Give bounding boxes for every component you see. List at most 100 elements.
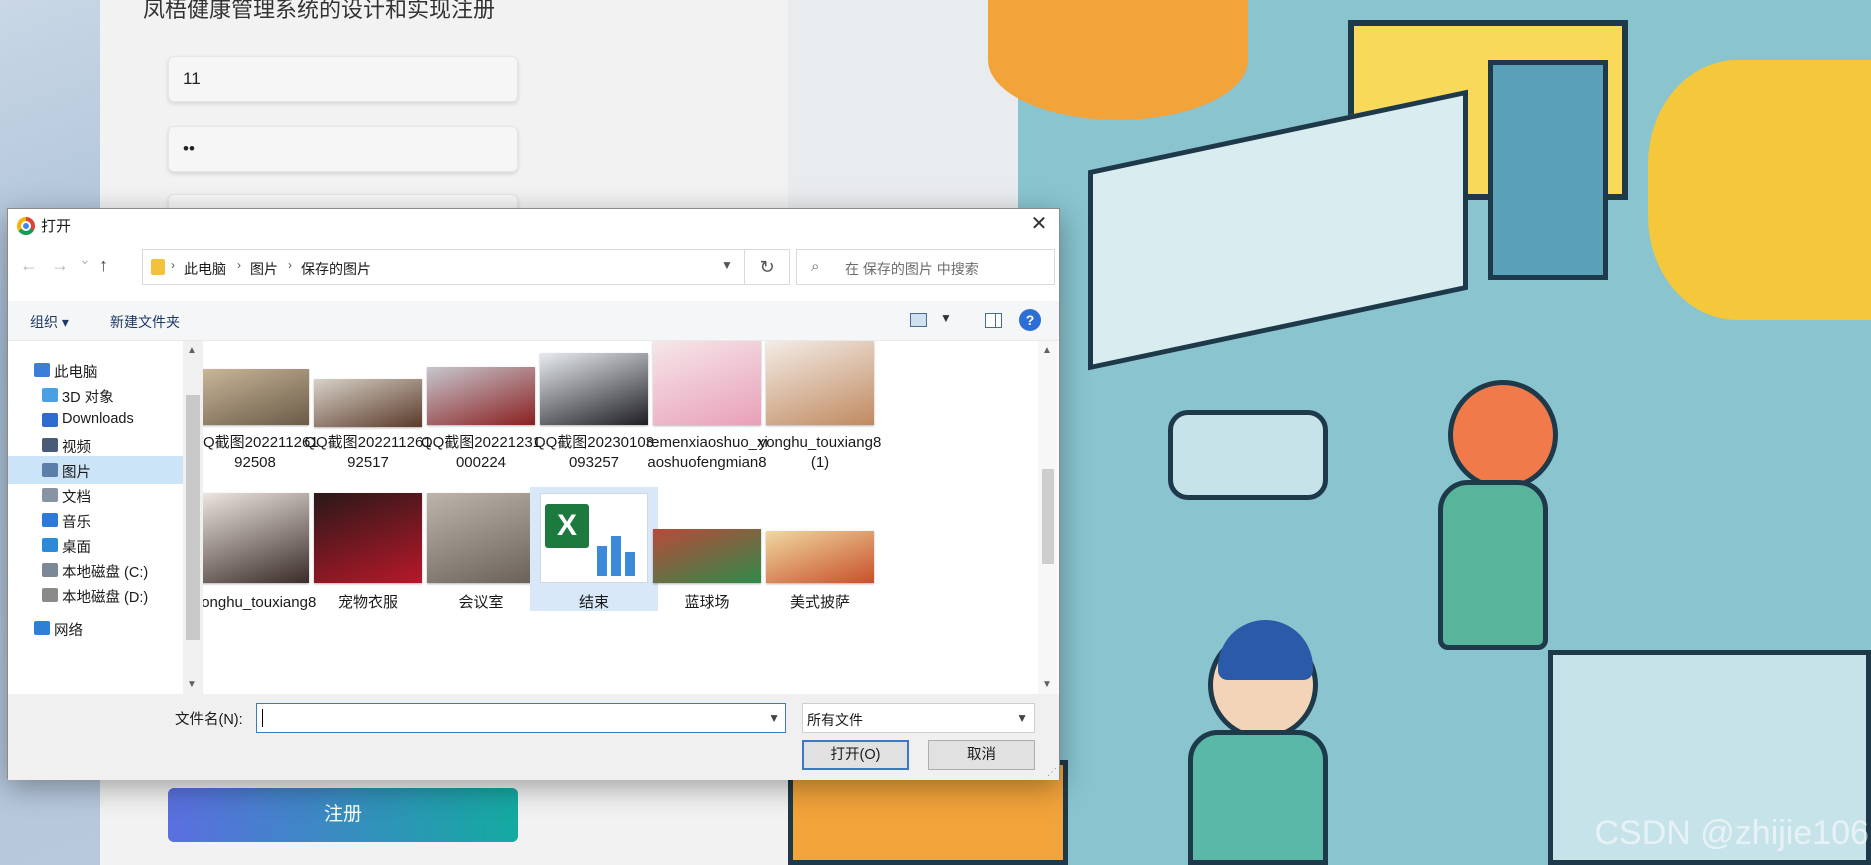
help-icon[interactable]: ? xyxy=(1019,309,1041,331)
password-input[interactable]: •• xyxy=(168,126,518,172)
documents-icon xyxy=(42,488,58,502)
music-icon xyxy=(42,513,58,527)
sidebar-item-label: 本地磁盘 (D:) xyxy=(62,590,149,606)
file-name: 结束 xyxy=(578,594,609,611)
chevron-down-icon[interactable]: ▼ xyxy=(940,311,952,325)
sidebar-item[interactable]: 本地磁盘 (C:) xyxy=(8,556,183,584)
search-placeholder: 在 保存的图片 中搜索 xyxy=(845,261,979,277)
sidebar-item[interactable]: 音乐 xyxy=(8,506,183,534)
sidebar-item-label: 3D 对象 xyxy=(62,390,114,406)
conference-room-photo xyxy=(427,493,535,583)
username-input[interactable]: 11 xyxy=(168,56,518,102)
file-item[interactable]: X 结束 xyxy=(530,487,658,611)
3d-objects-icon xyxy=(42,388,58,402)
file-item[interactable]: QQ截图20221126192517 xyxy=(304,341,432,483)
file-item[interactable]: QQ截图20221126192508 xyxy=(203,341,319,483)
computer-icon xyxy=(34,363,50,377)
organize-menu[interactable]: 组织 ▾ xyxy=(30,312,69,332)
sidebar-scrollbar[interactable]: ▲ ▼ xyxy=(183,341,203,694)
pictures-icon xyxy=(42,463,58,477)
sidebar-item[interactable]: 3D 对象 xyxy=(8,381,183,409)
chevron-down-icon[interactable]: ▼ xyxy=(768,711,780,725)
file-item[interactable]: 美式披萨 xyxy=(756,487,884,611)
file-type-value: 所有文件 xyxy=(807,712,863,728)
scroll-down-icon[interactable]: ▼ xyxy=(187,679,197,690)
file-name: 美式披萨 xyxy=(789,594,850,611)
breadcrumb-pictures[interactable]: 图片 xyxy=(250,259,278,279)
sidebar-item[interactable]: 视频 xyxy=(8,431,183,459)
sidebar-item[interactable]: 文档 xyxy=(8,481,183,509)
dialog-title: 打开 xyxy=(41,218,72,235)
girl-with-dog-photo xyxy=(766,341,874,425)
sidebar-item[interactable]: 本地磁盘 (D:) xyxy=(8,581,183,609)
preview-pane-icon[interactable] xyxy=(985,313,1002,328)
file-list-scrollbar[interactable]: ▲ ▼ xyxy=(1038,341,1058,694)
file-type-select[interactable]: 所有文件 ▼ xyxy=(802,703,1035,733)
breadcrumb-saved-pictures[interactable]: 保存的图片 xyxy=(301,259,371,279)
file-item[interactable]: yonghu_touxiang8 xyxy=(203,487,319,611)
sidebar-item[interactable]: 桌面 xyxy=(8,531,183,559)
file-item[interactable]: 蓝球场 xyxy=(643,487,771,611)
file-item[interactable]: QQ截图20221231000224 xyxy=(417,341,545,483)
scroll-up-icon[interactable]: ▲ xyxy=(187,345,197,356)
sidebar-item-label: 网络 xyxy=(54,623,83,639)
cancel-button[interactable]: 取消 xyxy=(928,740,1035,770)
address-bar[interactable]: › 此电脑 › 图片 › 保存的图片 ▼ xyxy=(142,249,745,285)
certificate-books-photo xyxy=(427,367,535,425)
filename-input[interactable]: ▼ xyxy=(256,703,786,733)
back-arrow-icon[interactable]: ← xyxy=(20,255,38,276)
sidebar-item[interactable]: 网络 xyxy=(8,614,183,642)
sidebar-item-label: 文档 xyxy=(62,490,91,506)
file-name: QQ截图20230103093257 xyxy=(533,434,655,471)
resize-grip-icon[interactable]: ⋰ xyxy=(1047,767,1057,778)
basketball-court-photo xyxy=(653,529,761,583)
scroll-down-icon[interactable]: ▼ xyxy=(1042,679,1052,690)
file-list-scroll-thumb[interactable] xyxy=(1042,469,1054,564)
businessman-photo xyxy=(540,353,648,425)
file-name: remenxiaoshuo_xiaoshuofengmian8 xyxy=(646,434,768,471)
csdn-watermark: CSDN @zhijie106 xyxy=(1594,814,1869,852)
breadcrumb-separator: › xyxy=(288,258,292,272)
chevron-down-icon[interactable]: ▼ xyxy=(721,258,733,272)
close-button[interactable]: ✕ xyxy=(1019,209,1059,240)
download-icon xyxy=(42,413,58,427)
sidebar-item[interactable]: Downloads xyxy=(8,406,183,434)
sidebar-item-label: 此电脑 xyxy=(54,365,98,381)
breadcrumb-separator: › xyxy=(171,258,175,272)
file-name: QQ截图20221231000224 xyxy=(420,434,542,471)
view-options-icon[interactable] xyxy=(910,313,927,327)
register-button[interactable]: 注册 xyxy=(168,788,518,842)
open-button[interactable]: 打开(O) xyxy=(802,740,909,770)
file-item[interactable]: yonghu_touxiang8 (1) xyxy=(756,341,884,483)
sidebar-item-label: 音乐 xyxy=(62,515,91,531)
file-name: QQ截图20221126192517 xyxy=(304,434,432,471)
forward-arrow-icon[interactable]: → xyxy=(51,255,69,276)
breadcrumb-this-pc[interactable]: 此电脑 xyxy=(184,259,226,279)
sidebar-item-label: Downloads xyxy=(62,411,134,427)
file-item[interactable]: 宠物衣服 xyxy=(304,487,432,611)
search-icon: ⌕ xyxy=(811,258,820,275)
sidebar-item[interactable]: 此电脑 xyxy=(8,356,183,384)
navigation-pane: 此电脑 3D 对象 Downloads 视频图片文档音乐桌面 本地磁盘 (C:) 本地磁盘… xyxy=(8,341,183,694)
filename-label: 文件名(N): xyxy=(175,712,243,728)
pet-clothes-photo xyxy=(314,493,422,583)
sidebar-item-label: 视频 xyxy=(62,440,91,456)
excel-file-icon: X xyxy=(540,493,648,583)
sidebar-item-label: 桌面 xyxy=(62,540,91,556)
refresh-button[interactable]: ↻ xyxy=(745,249,790,285)
up-arrow-icon[interactable]: ↑ xyxy=(99,255,108,276)
pizza-photo xyxy=(766,531,874,583)
scroll-up-icon[interactable]: ▲ xyxy=(1042,345,1052,356)
sidebar-item-label: 图片 xyxy=(62,465,91,481)
dialog-titlebar: 打开 ✕ xyxy=(8,209,1059,240)
file-item[interactable]: QQ截图20230103093257 xyxy=(530,341,658,483)
sidebar-scroll-thumb[interactable] xyxy=(186,395,200,640)
file-item[interactable]: 会议室 xyxy=(417,487,545,611)
recent-locations-icon[interactable]: ⌄ xyxy=(79,251,91,268)
sidebar-item[interactable]: 图片 xyxy=(8,456,183,484)
chevron-down-icon[interactable]: ▼ xyxy=(1016,711,1028,725)
search-input[interactable]: ⌕ 在 保存的图片 中搜索 xyxy=(796,249,1055,285)
form-title: 凤梧健康管理系统的设计和实现注册 xyxy=(143,0,496,22)
file-item[interactable]: remenxiaoshuo_xiaoshuofengmian8 xyxy=(643,341,771,483)
new-folder-button[interactable]: 新建文件夹 xyxy=(110,312,180,332)
